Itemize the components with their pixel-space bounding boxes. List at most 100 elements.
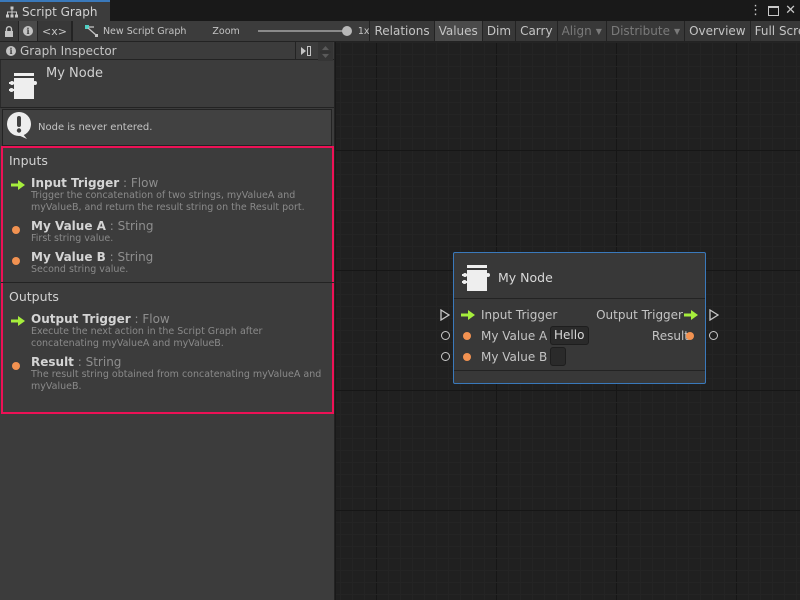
chevron-down-icon: ▼ [595,26,602,36]
node-header[interactable]: My Node [454,253,705,299]
collapse-panel-icon[interactable] [300,45,312,57]
output-trigger-label: Output Trigger [596,308,683,322]
port-type: : Flow [123,176,159,190]
lock-icon [5,25,13,37]
variables-label: <x> [42,24,67,38]
warning-icon [6,111,32,144]
port-description: Trigger the concatenation of two strings… [31,190,305,213]
inspector-header: i Graph Inspector [0,42,334,61]
ports-documentation: Inputs Input Trigger : Flow Trigger the … [1,146,334,414]
node-row-triggers: Input Trigger Output Trigger [454,305,705,325]
zoom-slider-knob[interactable] [341,26,352,36]
my-value-b-label: My Value B [481,350,548,364]
zoom-control: Zoom 1x [186,21,369,41]
port-type: : Flow [134,312,170,326]
zoom-slider[interactable] [257,26,352,36]
new-script-graph-button[interactable]: New Script Graph [73,21,186,41]
inspector-port-my-value-b: My Value B : String Second string value. [3,250,332,276]
port-description: Execute the next action in the Script Gr… [31,326,263,349]
close-icon[interactable]: ✕ [785,2,796,19]
variables-button[interactable]: <x> [38,21,72,41]
scroll-arrows[interactable] [318,42,333,61]
node-title: My Node [498,270,553,285]
port-type: : String [109,219,154,233]
output-trigger-connector[interactable] [709,308,720,324]
port-name: My Value B [31,250,106,264]
my-value-b-input[interactable] [550,347,566,366]
full-screen-label: Full Screen [754,24,800,38]
node-icon [462,265,490,294]
dim-label: Dim [486,24,512,38]
dim-button[interactable]: Dim [482,21,517,41]
value-port-icon[interactable] [463,332,471,340]
carry-label: Carry [520,24,553,38]
node-row-value-b: My Value B [454,347,705,367]
my-value-a-connector[interactable] [441,331,450,340]
flow-port-icon[interactable] [684,309,698,323]
tab-script-graph[interactable]: Script Graph [0,0,110,21]
inspector-port-output-trigger: Output Trigger : Flow Execute the next a… [3,312,332,350]
warning-message: Node is never entered. [2,109,332,146]
port-type: : String [77,355,122,369]
port-description: Second string value. [31,264,129,275]
inspector-port-input-trigger: Input Trigger : Flow Trigger the concate… [3,176,332,214]
inspector-port-my-value-a: My Value A : String First string value. [3,219,332,245]
more-vert-icon[interactable]: ⋮ [749,2,762,19]
result-label: Result [651,329,689,343]
full-screen-button[interactable]: Full Screen [750,21,800,41]
inputs-section-title: Inputs [9,153,48,168]
value-port-icon [12,257,20,265]
port-description: First string value. [31,233,114,244]
overview-label: Overview [689,24,746,38]
result-connector[interactable] [709,331,718,340]
overview-button[interactable]: Overview [685,21,751,41]
flow-port-icon[interactable] [461,309,475,323]
align-dropdown[interactable]: Align ▼ [557,21,607,41]
zoom-label: Zoom [212,25,240,37]
chevron-down-icon: ▼ [673,26,681,36]
my-value-b-connector[interactable] [441,352,450,361]
new-graph-label: New Script Graph [102,25,187,37]
carry-button[interactable]: Carry [516,21,558,41]
graph-nodes-icon [84,25,98,37]
tab-label: Script Graph [22,4,98,19]
graph-inspector-panel: i Graph Inspector My Node Node is never … [0,42,335,600]
values-button[interactable]: Values [434,21,483,41]
graph-node-my-node[interactable]: My Node Input Trigger Output Trigger My … [453,252,706,384]
relations-button[interactable]: Relations [370,21,435,41]
port-description: The result string obtained from concaten… [31,369,322,392]
value-port-icon[interactable] [463,353,471,361]
zoom-value: 1x [357,25,370,37]
port-name: My Value A [31,219,106,233]
input-trigger-connector[interactable] [440,308,451,324]
value-port-icon [12,362,20,370]
info-toggle-button[interactable]: i [19,21,38,41]
graph-toolbar: i <x> New Script Graph Zoom 1x Relations… [0,21,800,42]
port-name: Output Trigger [31,312,131,326]
values-label: Values [438,24,478,38]
inspector-node-header: My Node [0,60,334,108]
flow-port-icon [11,179,25,193]
distribute-dropdown[interactable]: Distribute ▼ [606,21,686,41]
node-icon [9,73,37,102]
window-titlebar: Script Graph ⋮ ✕ [0,0,800,21]
port-name: Result [31,355,74,369]
lock-button[interactable] [0,21,19,41]
value-port-icon [12,226,20,234]
warning-text: Node is never entered. [38,122,153,133]
inspector-port-result: Result : String The result string obtain… [3,355,332,393]
value-port-icon[interactable] [686,332,694,340]
align-label: Align [561,24,592,38]
my-value-a-input[interactable]: Hello [550,326,589,345]
port-name: Input Trigger [31,176,120,190]
maximize-icon[interactable] [768,5,780,16]
node-body: Input Trigger Output Trigger My Value A … [454,299,705,371]
relations-label: Relations [374,24,430,38]
inspector-node-title: My Node [46,66,103,81]
input-trigger-label: Input Trigger [481,308,558,322]
node-row-value-a: My Value A Hello Result [454,326,705,346]
port-type: : String [109,250,154,264]
info-icon: i [23,26,33,36]
my-value-a-label: My Value A [481,329,548,343]
outputs-section-title: Outputs [9,289,59,304]
